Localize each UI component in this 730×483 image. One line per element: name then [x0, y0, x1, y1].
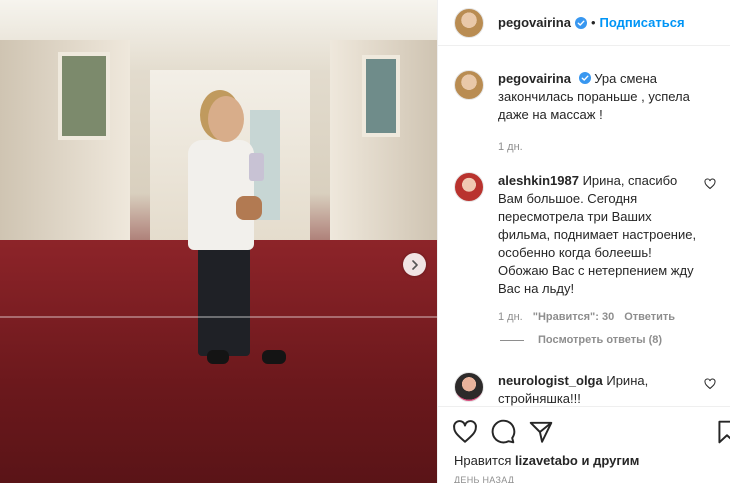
likes-prefix: Нравится	[454, 453, 512, 468]
photo-person-body	[188, 140, 254, 250]
post-time[interactable]: ДЕНЬ НАЗАД	[454, 475, 514, 483]
caption-time[interactable]: 1 дн.	[498, 138, 523, 156]
caption: pegovairina Ура смена закончилась порань…	[454, 70, 716, 156]
chevron-right-icon	[411, 259, 418, 270]
comment-text: Ирина, спасибо Вам большое. Сегодня пере…	[498, 173, 697, 296]
caption-author[interactable]: pegovairina	[498, 71, 571, 86]
comment-item: neurologist_olga Ирина, стройняшка!!!	[454, 372, 716, 406]
comment-author-avatar[interactable]	[454, 372, 484, 402]
photo-person-head	[208, 96, 244, 142]
photo-painting-right	[362, 55, 400, 137]
comment-likes[interactable]: "Нравится": 30	[533, 308, 614, 326]
photo-bag	[236, 196, 262, 220]
comment-icon[interactable]	[490, 419, 516, 445]
verified-badge-icon	[574, 16, 587, 29]
view-replies-label: Посмотреть ответы (8)	[538, 334, 663, 346]
comment-item: aleshkin1987 Ирина, спасибо Вам большое.…	[454, 172, 716, 326]
share-icon[interactable]	[528, 419, 554, 445]
verified-badge-icon	[578, 72, 591, 84]
header-separator: •	[590, 15, 596, 30]
likes-others[interactable]: и другим	[581, 453, 639, 468]
next-photo-button[interactable]	[403, 253, 426, 276]
photo-shoe-right	[262, 350, 286, 364]
photo-painting-left	[58, 52, 110, 140]
photo-person-legs	[198, 246, 250, 356]
author-username[interactable]: pegovairina	[498, 15, 571, 30]
comment-author-avatar[interactable]	[454, 172, 484, 202]
comment-author[interactable]: neurologist_olga	[498, 373, 603, 388]
heart-icon[interactable]	[704, 378, 716, 390]
heart-icon[interactable]	[452, 419, 478, 445]
post-photo[interactable]	[0, 0, 437, 483]
comment-time[interactable]: 1 дн.	[498, 308, 523, 326]
post-header: pegovairina • Подписаться	[438, 0, 730, 46]
liked-by-user[interactable]: lizavetabo	[515, 453, 578, 468]
post-actions: Нравится lizavetabo и другим ДЕНЬ НАЗАД	[438, 406, 730, 483]
author-avatar[interactable]	[454, 7, 484, 38]
comment-author[interactable]: aleshkin1987	[498, 173, 579, 188]
likes-summary: Нравится lizavetabo и другим	[454, 453, 639, 468]
heart-icon[interactable]	[704, 178, 716, 190]
view-replies-button[interactable]: Посмотреть ответы (8)	[500, 334, 662, 346]
post-side-panel: pegovairina • Подписаться pegovairina Ур…	[437, 0, 730, 483]
bookmark-icon[interactable]	[714, 419, 730, 445]
caption-author-avatar[interactable]	[454, 70, 484, 100]
reply-button[interactable]: Ответить	[624, 308, 675, 326]
photo-mirror-edge	[0, 316, 437, 318]
replies-divider	[500, 339, 524, 341]
comments-list[interactable]: pegovairina Ура смена закончилась порань…	[438, 46, 730, 406]
photo-phone	[249, 153, 264, 181]
photo-shoe-left	[207, 350, 229, 364]
follow-button[interactable]: Подписаться	[600, 15, 685, 30]
